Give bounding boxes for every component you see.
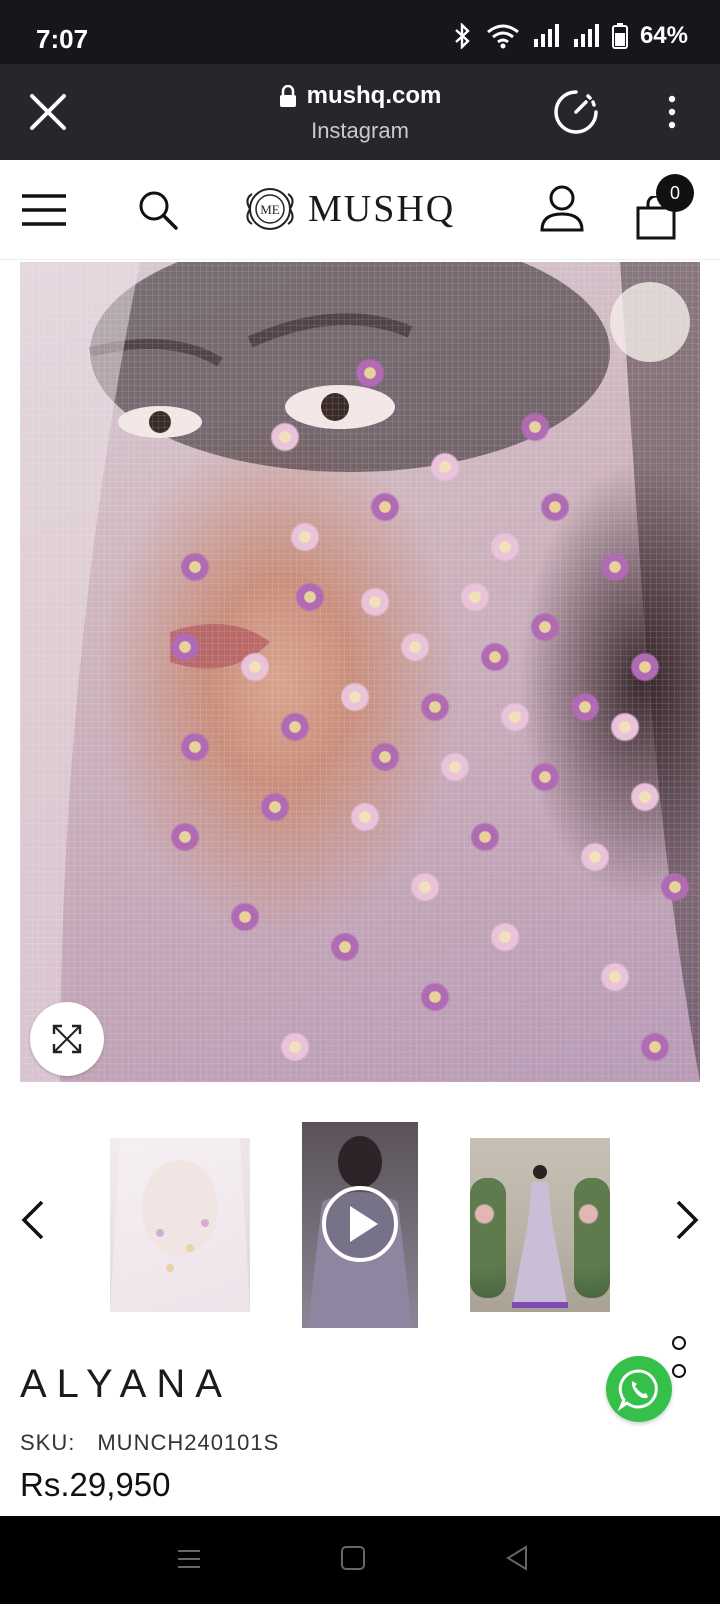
embroidery-flower — [400, 632, 430, 662]
embroidery-flower — [170, 822, 200, 852]
thumbnail-flowers-decor — [574, 1178, 610, 1298]
embroidery-flower — [630, 652, 660, 682]
embroidery-flower — [490, 922, 520, 952]
expand-icon — [52, 1024, 82, 1054]
logo-text: MUSHQ — [308, 188, 456, 230]
embroidery-flower — [280, 1032, 310, 1062]
bluetooth-icon — [455, 23, 470, 49]
thumbnail-veil-illustration — [110, 1138, 250, 1312]
whatsapp-chat-button[interactable] — [606, 1356, 672, 1422]
thumbnail-carousel — [0, 1120, 720, 1330]
product-title: ALYANA — [20, 1362, 232, 1406]
embroidery-flower — [420, 692, 450, 722]
embroidery-flower — [295, 582, 325, 612]
embroidery-flower — [530, 612, 560, 642]
menu-icon[interactable] — [20, 190, 68, 230]
product-price: Rs.29,950 — [20, 1466, 171, 1503]
embroidery-flower — [355, 358, 385, 388]
embroidery-flower — [350, 802, 380, 832]
embroidery-flower — [580, 842, 610, 872]
url-source: Instagram — [311, 118, 409, 143]
embroidery-flower — [180, 552, 210, 582]
site-logo[interactable]: ME MUSHQ — [240, 182, 480, 236]
wifi-icon — [487, 24, 519, 49]
embroidery-flower — [330, 932, 360, 962]
thumbnail-dress-illustration — [512, 1165, 568, 1308]
embroidery-flower — [600, 962, 630, 992]
more-vert-icon[interactable] — [660, 94, 684, 130]
embroidery-flower — [180, 732, 210, 762]
embroidery-flower — [420, 982, 450, 1012]
logo-emblem-icon: ME — [246, 188, 294, 230]
embroidery-flower — [610, 712, 640, 742]
thumbnail-video-item[interactable] — [302, 1122, 418, 1328]
status-icons: 64% — [452, 22, 688, 50]
floating-dot — [672, 1364, 686, 1378]
embroidery-flower — [440, 752, 470, 782]
thumbnail-flowers-decor — [470, 1178, 506, 1298]
play-icon — [322, 1186, 398, 1262]
speed-icon[interactable] — [552, 88, 600, 136]
embroidery-flower — [170, 632, 200, 662]
home-icon[interactable] — [340, 1544, 366, 1572]
battery-icon — [611, 23, 628, 49]
system-nav-bar — [0, 1516, 720, 1604]
embroidery-flower — [470, 822, 500, 852]
product-main-image[interactable] — [20, 262, 700, 1082]
signal-icon — [573, 24, 599, 47]
back-icon[interactable] — [504, 1544, 530, 1572]
whatsapp-icon — [617, 1369, 658, 1411]
embroidery-flower — [410, 872, 440, 902]
embroidery-flower — [500, 702, 530, 732]
status-bar: 7:07 64% — [0, 0, 720, 64]
site-header: ME MUSHQ 0 — [0, 160, 720, 260]
lock-icon — [279, 85, 296, 107]
embroidery-flower — [530, 762, 560, 792]
embroidery-flower — [490, 532, 520, 562]
embroidery-flower — [280, 712, 310, 742]
fullscreen-expand-button[interactable] — [30, 1002, 104, 1076]
embroidery-flower — [640, 1032, 670, 1062]
sku-row: SKU: MUNCH240101S — [20, 1430, 279, 1456]
cart-count-badge: 0 — [656, 174, 694, 212]
embroidery-flower — [360, 587, 390, 617]
signal-icon — [533, 24, 559, 47]
embroidery-flower — [520, 412, 550, 442]
embroidery-flower — [630, 782, 660, 812]
embroidery-flower — [260, 792, 290, 822]
embroidery-flower — [290, 522, 320, 552]
url-block[interactable]: mushq.com Instagram — [0, 82, 720, 144]
chevron-left-icon[interactable] — [18, 1198, 48, 1242]
embroidery-flower — [540, 492, 570, 522]
embroidery-flower — [570, 692, 600, 722]
embroidery-flower — [600, 552, 630, 582]
embroidery-flower — [340, 682, 370, 712]
url-domain: mushq.com — [306, 82, 442, 109]
embroidery-flower — [660, 872, 690, 902]
embroidery-flower — [370, 492, 400, 522]
embroidery-flower — [240, 652, 270, 682]
account-icon[interactable] — [538, 184, 586, 234]
thumbnail-item[interactable] — [470, 1138, 610, 1312]
svg-text:ME: ME — [260, 202, 280, 217]
embroidery-flower — [270, 422, 300, 452]
thumbnail-item[interactable] — [110, 1138, 250, 1312]
battery-percent: 64% — [639, 22, 688, 49]
embroidery-flower — [230, 902, 260, 932]
cart-button[interactable]: 0 — [634, 174, 694, 242]
sku-label: SKU: — [20, 1430, 76, 1455]
embroidery-flower — [430, 452, 460, 482]
floating-dot — [672, 1336, 686, 1350]
embroidery-flower — [370, 742, 400, 772]
browser-toolbar: mushq.com Instagram — [0, 64, 720, 160]
embroidery-flower — [460, 582, 490, 612]
recent-apps-icon[interactable] — [176, 1546, 202, 1572]
status-time: 7:07 — [36, 24, 89, 54]
embroidery-flower — [480, 642, 510, 672]
sku-value: MUNCH240101S — [97, 1430, 280, 1455]
chevron-right-icon[interactable] — [672, 1198, 702, 1242]
search-icon[interactable] — [136, 188, 180, 232]
